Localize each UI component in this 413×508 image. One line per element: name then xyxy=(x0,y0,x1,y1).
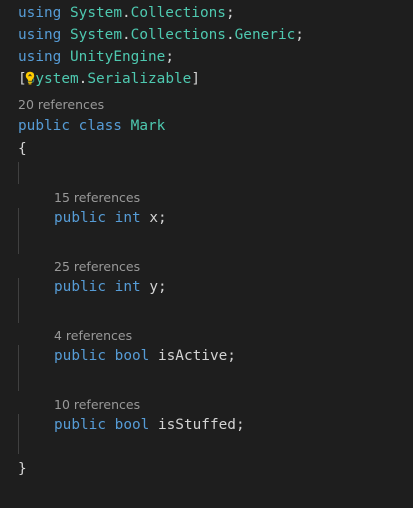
type-bool: bool xyxy=(114,417,150,433)
type-bool: bool xyxy=(114,348,150,364)
semicolon: ; xyxy=(165,49,174,65)
code-line-field-x[interactable]: public int x; xyxy=(54,207,167,229)
open-brace: { xyxy=(18,141,27,157)
attribute-serializable: Serializable xyxy=(87,71,192,87)
code-line-close-brace[interactable]: } xyxy=(18,458,27,480)
semicolon: ; xyxy=(227,348,236,364)
code-line-open-brace[interactable]: { xyxy=(18,138,27,160)
code-line-class-declaration[interactable]: public class Mark xyxy=(18,115,165,137)
code-line-field-y[interactable]: public int y; xyxy=(54,276,167,298)
code-line-serializable-attribute[interactable]: [System.Serializable] xyxy=(18,68,200,90)
semicolon: ; xyxy=(158,279,167,295)
type-int: int xyxy=(114,279,141,295)
keyword-public: public xyxy=(54,210,106,226)
keyword-public: public xyxy=(54,348,106,364)
namespace-collections: Collections xyxy=(130,27,226,43)
codelens-field-references[interactable]: 4 references xyxy=(54,327,132,345)
code-line-using-unityengine[interactable]: using UnityEngine; xyxy=(18,46,174,68)
codelens-field-references[interactable]: 25 references xyxy=(54,258,140,276)
code-line-field-isstuffed[interactable]: public bool isStuffed; xyxy=(54,414,245,436)
code-editor[interactable]: using System.Collections; using System.C… xyxy=(0,0,413,508)
field-name: y xyxy=(149,279,158,295)
semicolon: ; xyxy=(295,27,304,43)
semicolon: ; xyxy=(225,5,235,21)
type-int: int xyxy=(114,210,141,226)
keyword-public: public xyxy=(18,118,70,134)
codelens-field-references[interactable]: 10 references xyxy=(54,396,140,414)
keyword-public: public xyxy=(54,279,106,295)
code-line-using-collections[interactable]: using System.Collections; xyxy=(18,2,235,24)
indent-guide xyxy=(18,162,19,184)
namespace-system: System xyxy=(70,27,122,43)
field-name: isActive xyxy=(157,348,228,364)
namespace-system: ystem xyxy=(35,71,79,87)
dot: . xyxy=(121,27,131,43)
keyword-using: using xyxy=(18,5,62,21)
namespace-unityengine: UnityEngine xyxy=(70,49,166,65)
field-name: x xyxy=(149,210,158,226)
keyword-class: class xyxy=(78,118,122,134)
indent-guide xyxy=(18,345,19,391)
indent-guide xyxy=(18,414,19,454)
dot: . xyxy=(121,5,131,21)
keyword-public: public xyxy=(54,417,106,433)
keyword-using: using xyxy=(18,49,62,65)
namespace-collections: Collections xyxy=(130,5,226,21)
codelens-field-references[interactable]: 15 references xyxy=(54,189,140,207)
namespace-system: System xyxy=(70,5,122,21)
keyword-using: using xyxy=(18,27,62,43)
close-brace: } xyxy=(18,461,27,477)
indent-guide xyxy=(18,278,19,323)
class-name: Mark xyxy=(130,118,166,134)
field-name: isStuffed xyxy=(157,417,236,433)
dot: . xyxy=(225,27,235,43)
lightbulb-icon[interactable] xyxy=(25,71,34,85)
semicolon: ; xyxy=(158,210,167,226)
namespace-generic: Generic xyxy=(234,27,296,43)
semicolon: ; xyxy=(235,417,245,433)
code-line-field-isactive[interactable]: public bool isActive; xyxy=(54,345,236,367)
code-line-using-collections-generic[interactable]: using System.Collections.Generic; xyxy=(18,24,304,46)
close-bracket: ] xyxy=(191,71,200,87)
indent-guide xyxy=(18,208,19,254)
codelens-class-references[interactable]: 20 references xyxy=(18,96,104,114)
